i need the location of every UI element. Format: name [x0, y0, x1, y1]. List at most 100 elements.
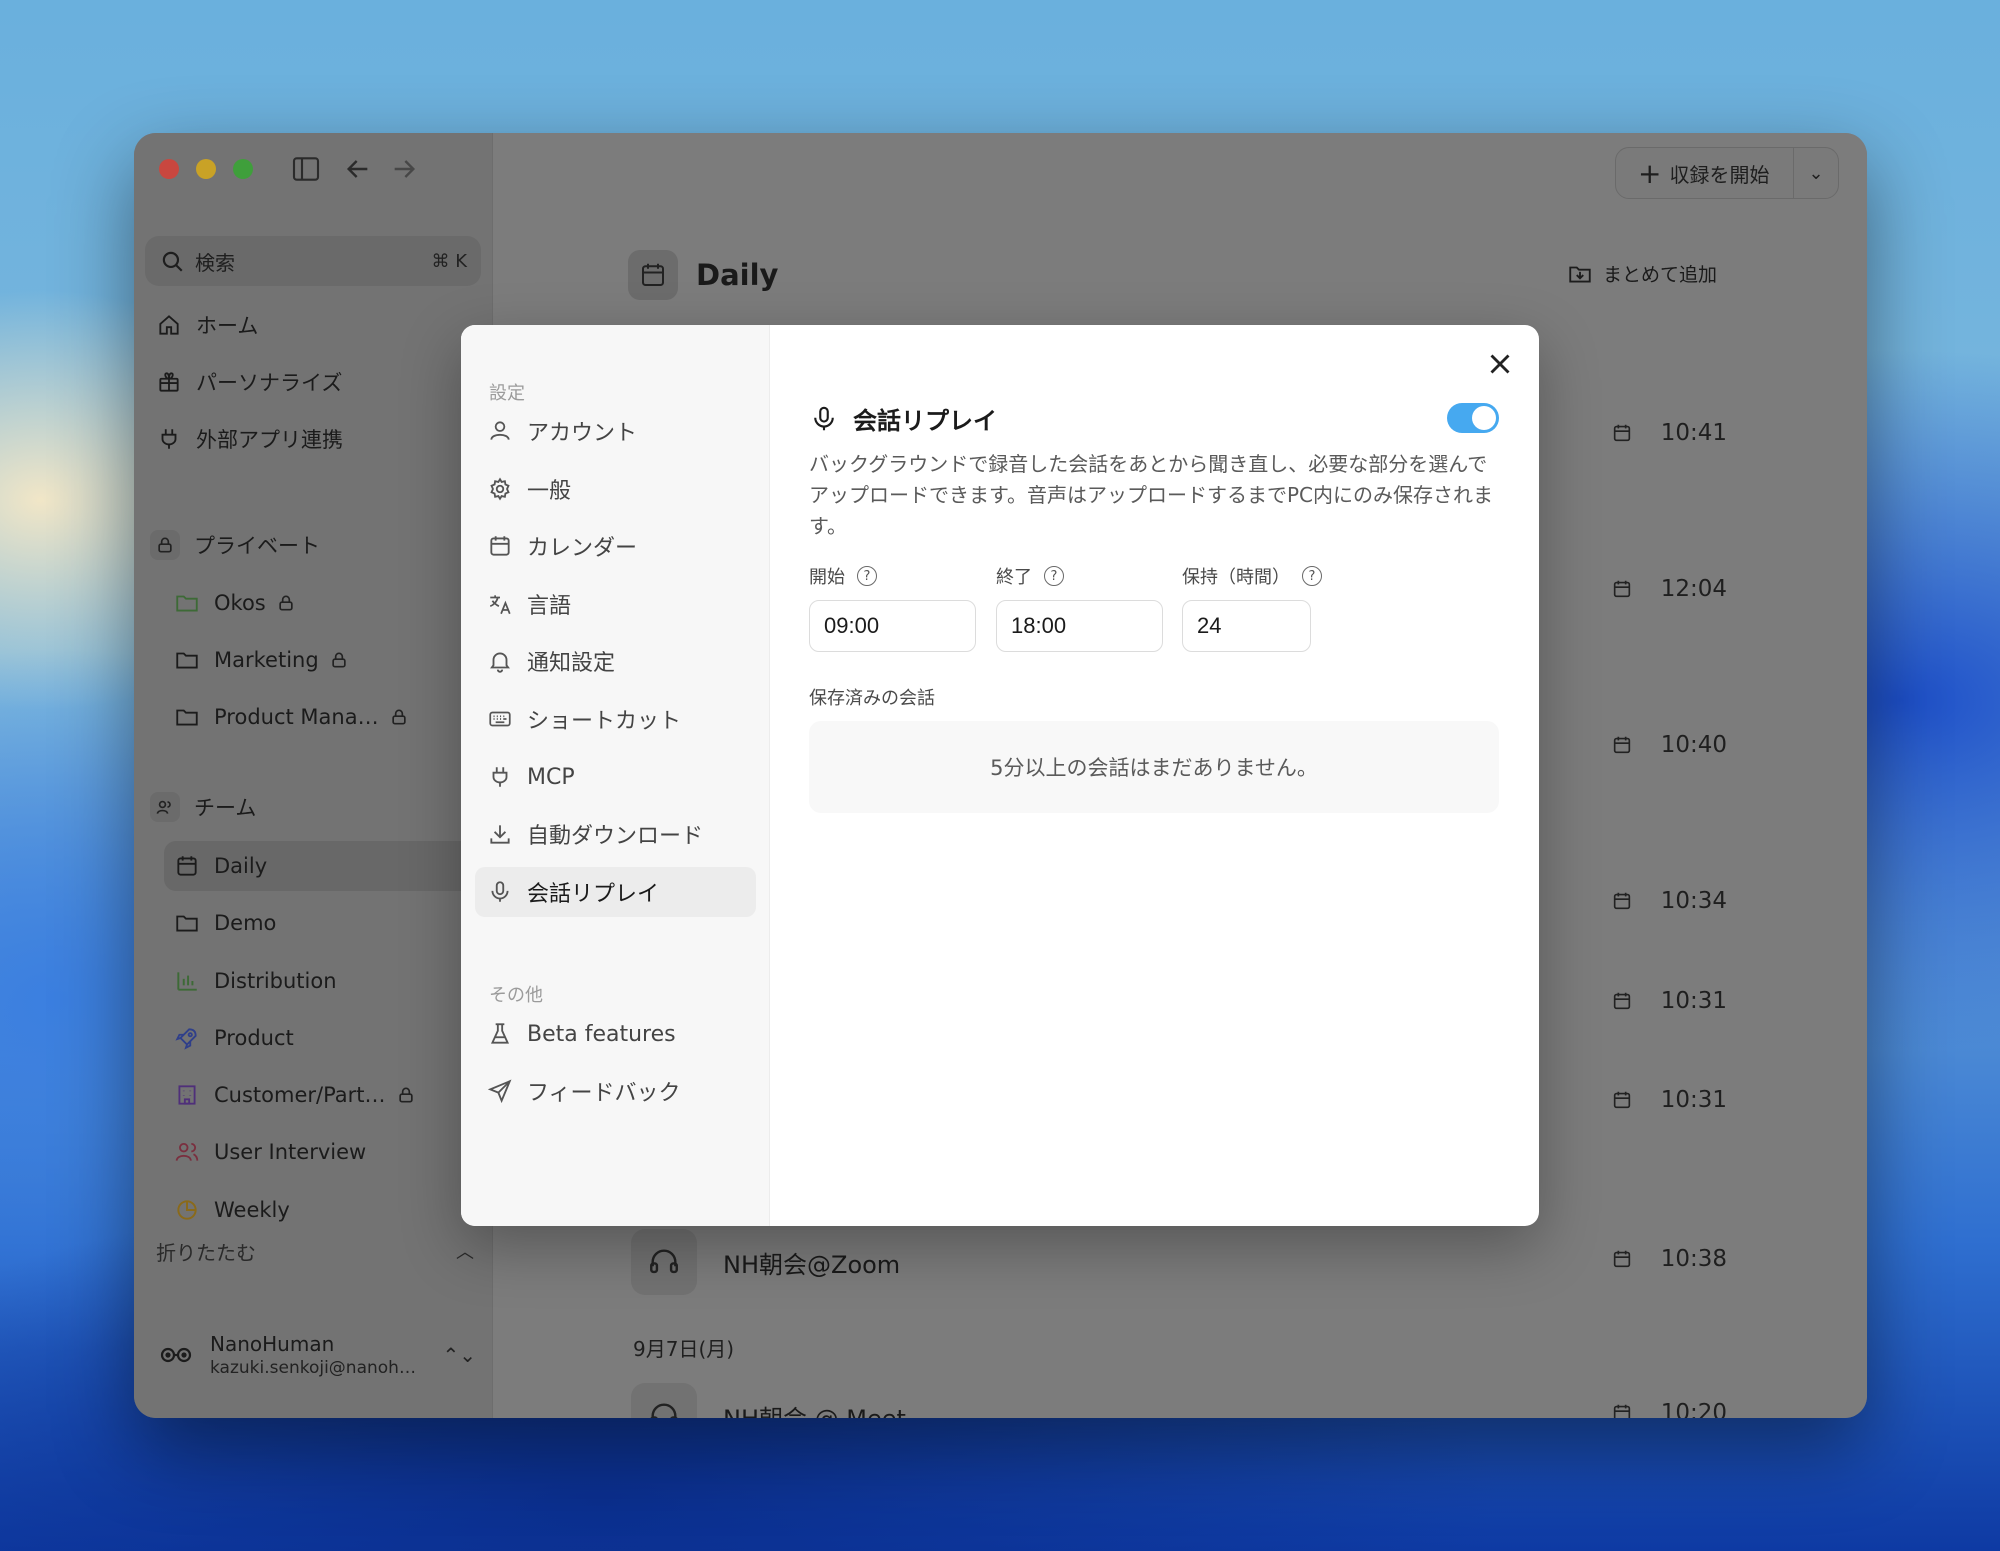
- meeting-time: 10:34: [1611, 888, 1727, 914]
- chevron-up-icon: ︿: [456, 1242, 474, 1263]
- meeting-row[interactable]: NH朝会@Zoom: [631, 1229, 900, 1295]
- team-section-header[interactable]: チーム +: [150, 785, 480, 829]
- sidebar-item-daily[interactable]: Daily: [164, 841, 486, 891]
- sidebar-item-distribution[interactable]: Distribution: [164, 956, 486, 1006]
- nav-home[interactable]: ホーム: [146, 300, 486, 350]
- lock-icon: [332, 652, 346, 668]
- lock-icon: [150, 530, 180, 560]
- sidebar-item-marketing[interactable]: Marketing: [164, 635, 486, 685]
- building-icon: [178, 1085, 196, 1105]
- sidebar-item-weekly[interactable]: Weekly: [164, 1185, 486, 1235]
- time-text: 10:34: [1660, 888, 1727, 914]
- minimize-window-button[interactable]: [196, 159, 216, 179]
- settings-item-label: フィードバック: [527, 1081, 681, 1106]
- nav-integrations[interactable]: 外部アプリ連携: [146, 414, 486, 464]
- plus-icon: +: [1638, 156, 1662, 190]
- meeting-time: 10:20: [1611, 1400, 1727, 1418]
- close-window-button[interactable]: [159, 159, 179, 179]
- start-time-label: 開始 ?: [809, 563, 877, 589]
- close-icon[interactable]: [1483, 347, 1517, 381]
- time-text: 10:38: [1660, 1246, 1727, 1272]
- nav-personalize[interactable]: パーソナライズ: [146, 357, 486, 407]
- nav-label: パーソナライズ: [196, 371, 343, 395]
- search-shortcut: ⌘ K: [431, 250, 467, 272]
- settings-item-feedback[interactable]: フィードバック: [475, 1066, 756, 1116]
- meeting-time: 10:38: [1611, 1246, 1727, 1272]
- avatar: [160, 1347, 192, 1363]
- sidebar-item-label: Okos: [214, 591, 266, 615]
- bulk-add-label: まとめて追加: [1602, 264, 1717, 286]
- sidebar: 検索 ⌘ K ホーム パーソナライズ 外部アプリ連携 プライベート + Okos: [134, 133, 492, 1418]
- sidebar-toggle-icon[interactable]: [290, 153, 322, 185]
- sidebar-item-product[interactable]: Product: [164, 1013, 486, 1063]
- sidebar-item-product-management[interactable]: Product Mana…: [164, 692, 486, 742]
- calendar-icon: [490, 536, 510, 556]
- collapse-toggle[interactable]: 折りたたむ ︿: [156, 1231, 474, 1271]
- settings-item-language[interactable]: 言語: [475, 579, 756, 629]
- gear-icon: [490, 477, 510, 501]
- settings-item-label: 一般: [527, 479, 572, 504]
- sidebar-item-label: Daily: [214, 854, 268, 878]
- sidebar-item-okos[interactable]: Okos: [164, 578, 486, 628]
- lock-icon: [391, 709, 406, 725]
- settings-item-account[interactable]: アカウント: [475, 406, 756, 456]
- end-label-text: 終了: [996, 567, 1032, 588]
- end-time-label: 終了 ?: [996, 563, 1064, 589]
- start-recording-button[interactable]: + 収録を開始: [1616, 148, 1794, 198]
- sidebar-item-demo[interactable]: Demo: [164, 898, 486, 948]
- retention-label-text: 保持（時間）: [1182, 567, 1290, 588]
- toggle-knob: [1472, 406, 1496, 430]
- settings-nav: 設定 アカウント 一般 カレンダー 言語 通知設定 ショートカット MCP 自動…: [461, 325, 770, 1226]
- page-header: Daily: [628, 250, 778, 300]
- settings-item-label: MCP: [527, 764, 575, 790]
- help-icon[interactable]: ?: [1044, 566, 1064, 586]
- help-icon[interactable]: ?: [1302, 566, 1322, 586]
- nav-label: ホーム: [196, 314, 259, 338]
- back-arrow-icon[interactable]: [342, 153, 374, 185]
- flask-icon: [490, 1023, 510, 1044]
- calendar-icon: [1613, 892, 1630, 910]
- sidebar-item-label: Marketing: [214, 648, 319, 672]
- settings-item-label: 言語: [527, 594, 572, 619]
- settings-item-label: ショートカット: [527, 709, 682, 734]
- settings-item-beta-features[interactable]: Beta features: [475, 1009, 756, 1059]
- plug-icon: [492, 767, 508, 787]
- meeting-time: 12:04: [1611, 576, 1727, 602]
- forward-arrow-icon[interactable]: [388, 153, 420, 185]
- settings-item-auto-download[interactable]: 自動ダウンロード: [475, 809, 756, 859]
- chevron-down-icon: ⌄: [1808, 162, 1824, 184]
- settings-item-notifications[interactable]: 通知設定: [475, 636, 756, 686]
- settings-item-mcp[interactable]: MCP: [475, 752, 756, 802]
- pie-icon: [177, 1200, 197, 1220]
- sidebar-item-label: Product Mana…: [214, 705, 379, 729]
- help-icon[interactable]: ?: [857, 566, 877, 586]
- record-options-dropdown[interactable]: ⌄: [1794, 163, 1838, 184]
- private-section-header[interactable]: プライベート +: [150, 523, 480, 567]
- bell-icon: [490, 652, 510, 673]
- user-name: NanoHuman: [210, 1332, 335, 1356]
- settings-item-label: 自動ダウンロード: [527, 824, 704, 849]
- search-bar[interactable]: 検索 ⌘ K: [145, 236, 481, 286]
- folder-icon: [176, 652, 198, 669]
- calendar-icon: [1613, 992, 1630, 1010]
- meeting-row[interactable]: NH朝会 @ Meet: [631, 1383, 906, 1418]
- sidebar-item-label: Demo: [214, 911, 277, 935]
- home-icon: [159, 315, 179, 335]
- settings-item-calendar[interactable]: カレンダー: [475, 521, 756, 571]
- search-placeholder: 検索: [195, 250, 235, 275]
- bulk-add-button[interactable]: まとめて追加: [1567, 260, 1717, 287]
- end-time-input[interactable]: 18:00: [996, 600, 1163, 652]
- translate-icon: [489, 595, 511, 615]
- settings-item-conversation-replay[interactable]: 会話リプレイ: [475, 867, 756, 917]
- settings-item-shortcuts[interactable]: ショートカット: [475, 694, 756, 744]
- zoom-window-button[interactable]: [233, 159, 253, 179]
- replay-enabled-toggle[interactable]: [1447, 403, 1499, 433]
- retention-hours-input[interactable]: 24: [1182, 600, 1311, 652]
- settings-item-general[interactable]: 一般: [475, 464, 756, 514]
- panel-title-text: 会話リプレイ: [853, 407, 997, 435]
- sidebar-item-customer-partner[interactable]: Customer/Part…: [164, 1070, 486, 1120]
- user-account-switcher[interactable]: NanoHuman kazuki.senkoji@nanoh… ⌃⌄: [156, 1325, 476, 1385]
- start-label-text: 開始: [809, 567, 845, 588]
- start-time-input[interactable]: 09:00: [809, 600, 976, 652]
- sidebar-item-user-interview[interactable]: User Interview: [164, 1127, 486, 1177]
